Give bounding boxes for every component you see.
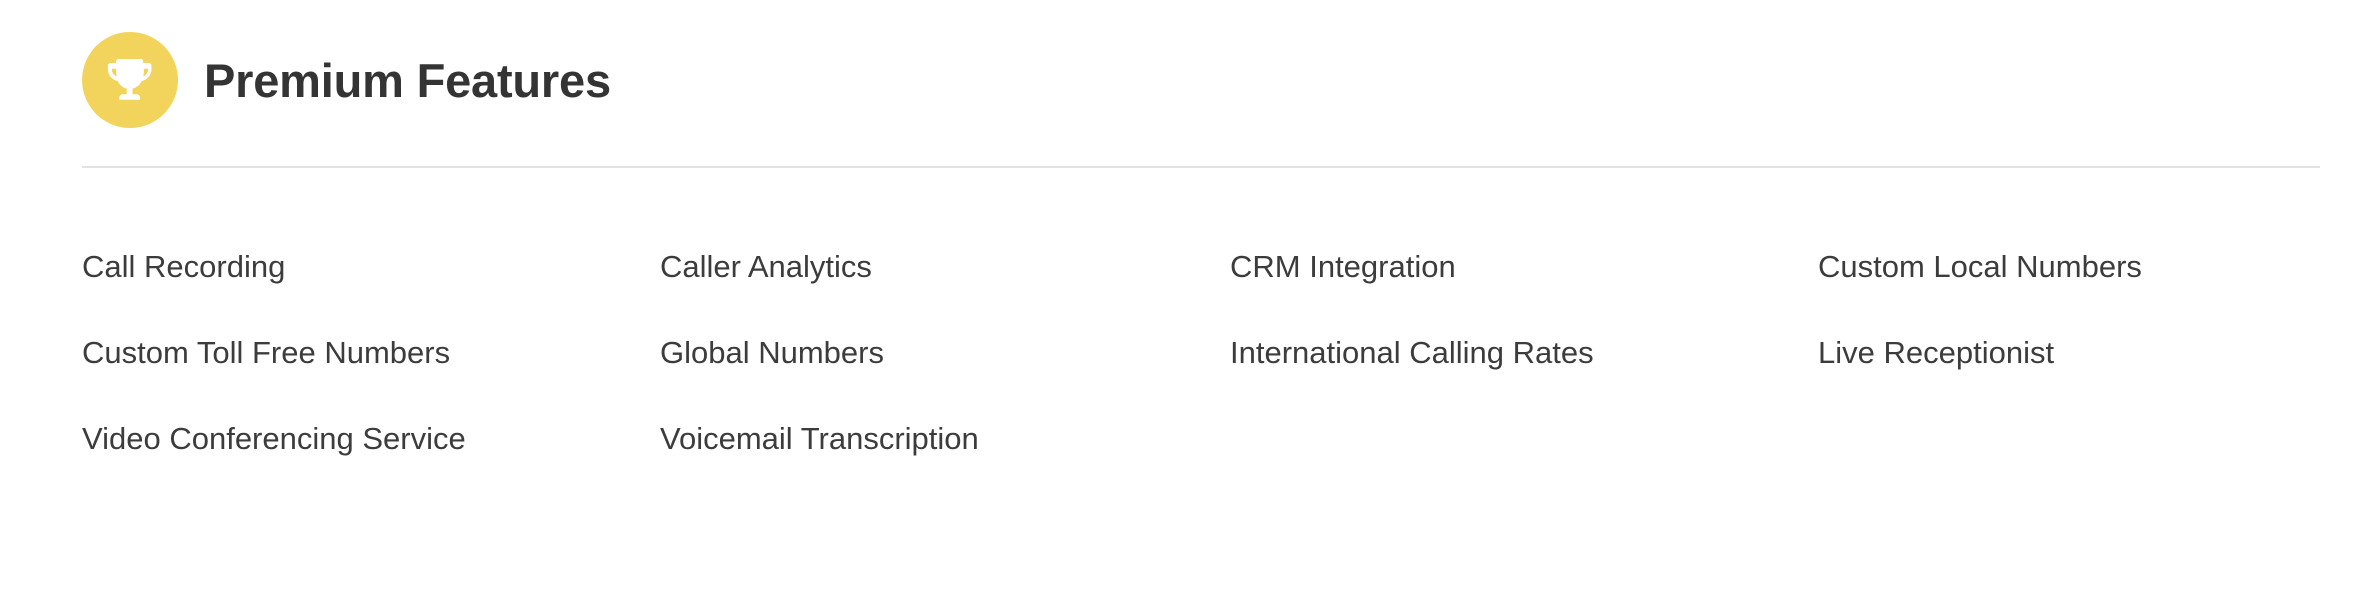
feature-item[interactable]: Caller Analytics [660, 247, 1230, 287]
feature-item[interactable]: Call Recording [82, 247, 660, 287]
feature-item[interactable]: Custom Toll Free Numbers [82, 333, 660, 373]
premium-features-card: Premium Features Call Recording Caller A… [0, 0, 2370, 612]
feature-item[interactable]: Live Receptionist [1818, 333, 2322, 373]
trophy-icon-badge [82, 32, 178, 128]
feature-item[interactable]: Custom Local Numbers [1818, 247, 2322, 287]
section-header: Premium Features [82, 30, 611, 130]
feature-item[interactable]: CRM Integration [1230, 247, 1818, 287]
feature-item[interactable]: Video Conferencing Service [82, 419, 660, 459]
features-grid: Call Recording Caller Analytics CRM Inte… [82, 247, 2322, 505]
page-title: Premium Features [204, 53, 611, 107]
feature-item[interactable]: Voicemail Transcription [660, 419, 1230, 459]
feature-item[interactable]: Global Numbers [660, 333, 1230, 373]
feature-item[interactable]: International Calling Rates [1230, 333, 1818, 373]
trophy-icon [102, 52, 158, 108]
header-divider [82, 166, 2320, 168]
